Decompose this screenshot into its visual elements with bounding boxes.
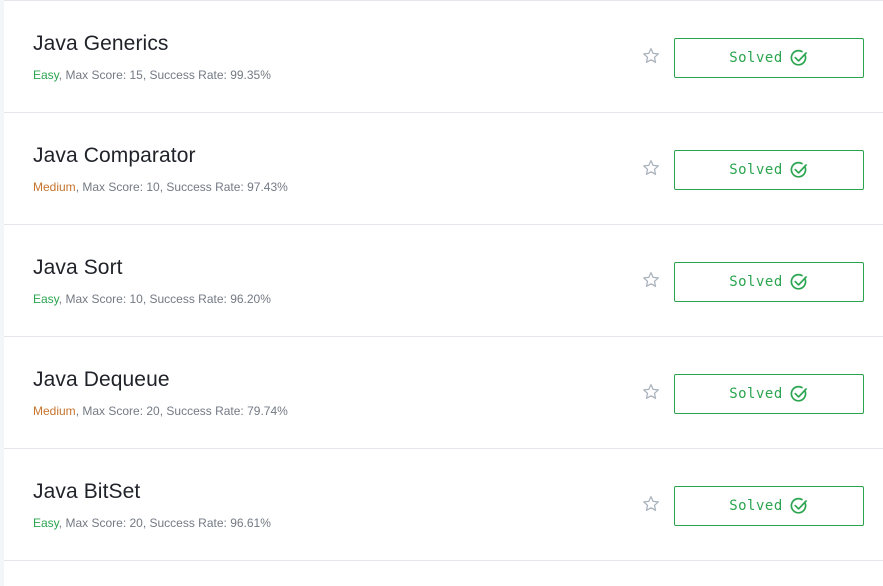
solved-label: Solved: [729, 162, 783, 178]
challenge-row[interactable]: Java Sort Easy, Max Score: 10, Success R…: [4, 225, 883, 337]
star-outline-icon[interactable]: [641, 158, 661, 178]
difficulty-label: Easy: [33, 68, 59, 82]
challenge-row-partial: [4, 561, 883, 581]
challenge-row[interactable]: Java BitSet Easy, Max Score: 20, Success…: [4, 449, 883, 561]
solved-button[interactable]: Solved: [674, 486, 864, 526]
challenge-details: , Max Score: 20, Success Rate: 79.74%: [75, 404, 288, 418]
difficulty-label: Easy: [33, 516, 59, 530]
challenge-title[interactable]: Java Generics: [33, 32, 169, 56]
difficulty-label: Easy: [33, 292, 59, 306]
challenge-title[interactable]: Java Sort: [33, 256, 123, 280]
check-circle-icon: [790, 497, 807, 514]
challenge-row[interactable]: Java Comparator Medium, Max Score: 10, S…: [4, 113, 883, 225]
challenge-row[interactable]: Java Generics Easy, Max Score: 15, Succe…: [4, 1, 883, 113]
challenge-row[interactable]: Java Dequeue Medium, Max Score: 20, Succ…: [4, 337, 883, 449]
challenge-details: , Max Score: 10, Success Rate: 96.20%: [58, 292, 271, 306]
challenge-title[interactable]: Java Comparator: [33, 144, 196, 168]
check-circle-icon: [790, 273, 807, 290]
challenge-title[interactable]: Java BitSet: [33, 480, 140, 504]
solved-label: Solved: [729, 498, 783, 514]
solved-button[interactable]: Solved: [674, 150, 864, 190]
challenge-list: Java Generics Easy, Max Score: 15, Succe…: [4, 0, 883, 586]
difficulty-label: Medium: [33, 180, 76, 194]
challenge-meta: Easy, Max Score: 20, Success Rate: 96.61…: [33, 516, 271, 530]
check-circle-icon: [790, 161, 807, 178]
solved-label: Solved: [729, 274, 783, 290]
challenge-meta: Medium, Max Score: 10, Success Rate: 97.…: [33, 180, 288, 194]
solved-button[interactable]: Solved: [674, 374, 864, 414]
check-circle-icon: [790, 49, 807, 66]
solved-button[interactable]: Solved: [674, 262, 864, 302]
challenge-meta: Easy, Max Score: 10, Success Rate: 96.20…: [33, 292, 271, 306]
challenge-meta: Easy, Max Score: 15, Success Rate: 99.35…: [33, 68, 271, 82]
solved-button[interactable]: Solved: [674, 38, 864, 78]
check-circle-icon: [790, 385, 807, 402]
challenge-details: , Max Score: 15, Success Rate: 99.35%: [58, 68, 271, 82]
challenge-details: , Max Score: 20, Success Rate: 96.61%: [58, 516, 271, 530]
star-outline-icon[interactable]: [641, 494, 661, 514]
star-outline-icon[interactable]: [641, 46, 661, 66]
challenge-meta: Medium, Max Score: 20, Success Rate: 79.…: [33, 404, 288, 418]
star-outline-icon[interactable]: [641, 382, 661, 402]
star-outline-icon[interactable]: [641, 270, 661, 290]
challenge-details: , Max Score: 10, Success Rate: 97.43%: [75, 180, 288, 194]
challenge-title[interactable]: Java Dequeue: [33, 368, 170, 392]
solved-label: Solved: [729, 386, 783, 402]
difficulty-label: Medium: [33, 404, 76, 418]
solved-label: Solved: [729, 50, 783, 66]
